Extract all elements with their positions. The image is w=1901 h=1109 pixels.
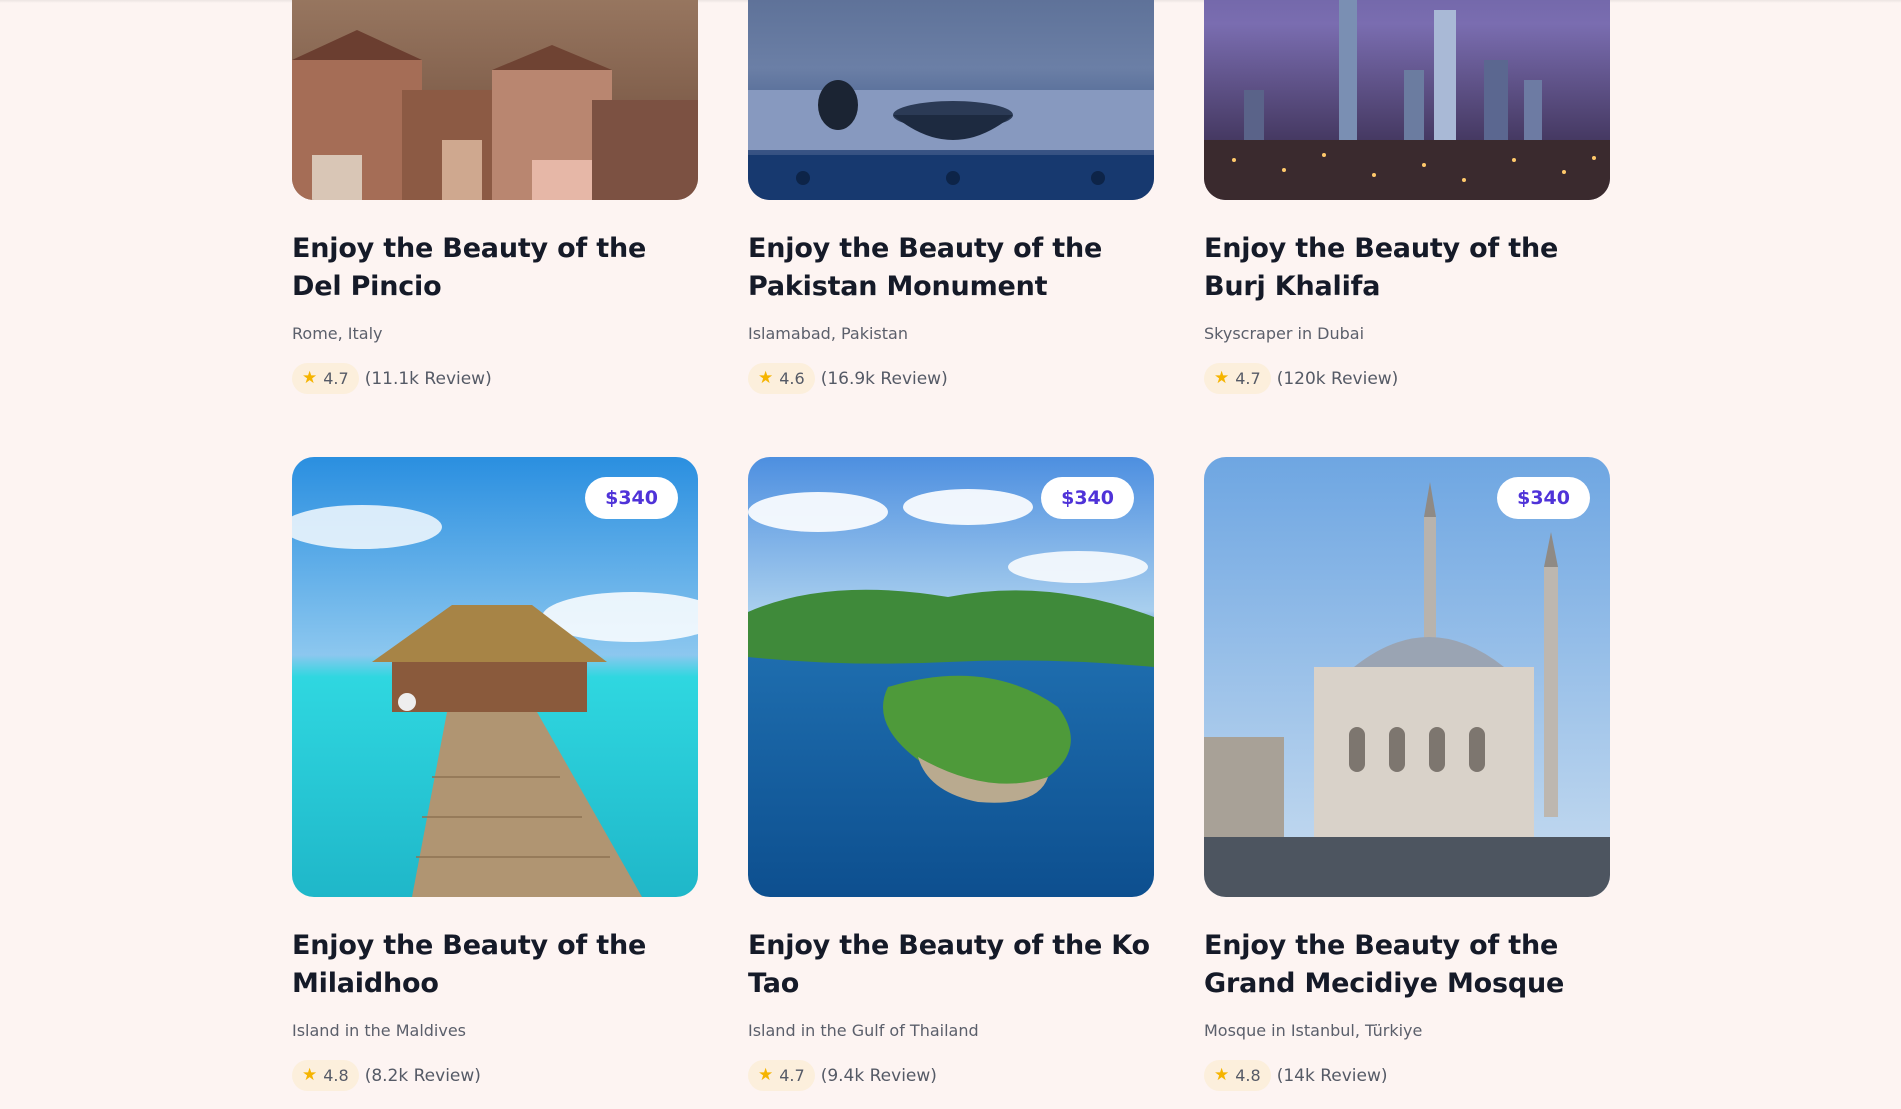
review-count: (120k Review): [1276, 368, 1399, 389]
rating-value: 4.8: [323, 1066, 349, 1085]
destination-title[interactable]: Enjoy the Beauty of the Burj Khalifa: [1204, 230, 1610, 306]
rating-badge: ★ 4.7: [748, 1060, 815, 1091]
star-icon: ★: [758, 1065, 774, 1085]
rating-value: 4.6: [779, 369, 805, 388]
maldives-water-villa-photo: [292, 457, 698, 897]
review-count: (16.9k Review): [820, 368, 948, 389]
destination-location: Islamabad, Pakistan: [748, 324, 908, 343]
destination-card[interactable]: $340 Enjoy the Beauty of the Ko Tao Isla…: [748, 457, 1154, 1109]
rating-badge: ★ 4.7: [1204, 363, 1271, 394]
destination-card[interactable]: $340 Enjoy the Beauty of the Milaidhoo I…: [292, 457, 698, 1109]
star-icon: ★: [302, 368, 318, 388]
rating-row: ★ 4.8 (14k Review): [1204, 1060, 1610, 1091]
ko-tao-island-photo: [748, 457, 1154, 897]
rating-value: 4.7: [323, 369, 349, 388]
destinations-grid: Enjoy the Beauty of the Del Pincio Rome,…: [292, 0, 1610, 1109]
rating-value: 4.8: [1235, 1066, 1261, 1085]
destination-image[interactable]: [748, 0, 1154, 200]
rating-badge: ★ 4.6: [748, 363, 815, 394]
star-icon: ★: [302, 1065, 318, 1085]
review-count: (8.2k Review): [364, 1065, 481, 1086]
rating-row: ★ 4.7 (11.1k Review): [292, 363, 698, 394]
pakistan-monument-photo: [748, 0, 1154, 200]
destination-image[interactable]: $340: [1204, 457, 1610, 897]
destination-title[interactable]: Enjoy the Beauty of the Pakistan Monumen…: [748, 230, 1154, 306]
rating-row: ★ 4.8 (8.2k Review): [292, 1060, 698, 1091]
destination-location: Island in the Gulf of Thailand: [748, 1021, 979, 1040]
destination-title[interactable]: Enjoy the Beauty of the Del Pincio: [292, 230, 698, 306]
price-badge: $340: [1497, 477, 1590, 519]
review-count: (11.1k Review): [364, 368, 492, 389]
destination-title[interactable]: Enjoy the Beauty of the Grand Mecidiye M…: [1204, 927, 1610, 1003]
rome-rooftops-photo: [292, 0, 698, 200]
rating-row: ★ 4.7 (120k Review): [1204, 363, 1610, 394]
mecidiye-mosque-photo: [1204, 457, 1610, 897]
review-count: (9.4k Review): [820, 1065, 937, 1086]
destination-title[interactable]: Enjoy the Beauty of the Ko Tao: [748, 927, 1154, 1003]
rating-badge: ★ 4.7: [292, 363, 359, 394]
destination-card[interactable]: Enjoy the Beauty of the Del Pincio Rome,…: [292, 0, 698, 412]
destination-location: Rome, Italy: [292, 324, 383, 343]
destination-title[interactable]: Enjoy the Beauty of the Milaidhoo: [292, 927, 698, 1003]
destination-location: Skyscraper in Dubai: [1204, 324, 1365, 343]
destination-card[interactable]: Enjoy the Beauty of the Burj Khalifa Sky…: [1204, 0, 1610, 412]
rating-badge: ★ 4.8: [292, 1060, 359, 1091]
star-icon: ★: [758, 368, 774, 388]
review-count: (14k Review): [1276, 1065, 1388, 1086]
rating-value: 4.7: [1235, 369, 1261, 388]
destination-card[interactable]: Enjoy the Beauty of the Pakistan Monumen…: [748, 0, 1154, 412]
destination-location: Island in the Maldives: [292, 1021, 467, 1040]
destination-image[interactable]: $340: [748, 457, 1154, 897]
star-icon: ★: [1214, 368, 1230, 388]
dubai-skyline-photo: [1204, 0, 1610, 200]
destination-image[interactable]: [1204, 0, 1610, 200]
destination-image[interactable]: $340: [292, 457, 698, 897]
destination-image[interactable]: [292, 0, 698, 200]
rating-value: 4.7: [779, 1066, 805, 1085]
rating-row: ★ 4.6 (16.9k Review): [748, 363, 1154, 394]
price-badge: $340: [1041, 477, 1134, 519]
destination-card[interactable]: $340 Enjoy the Beauty of the Grand Mecid…: [1204, 457, 1610, 1109]
price-badge: $340: [585, 477, 678, 519]
rating-row: ★ 4.7 (9.4k Review): [748, 1060, 1154, 1091]
rating-badge: ★ 4.8: [1204, 1060, 1271, 1091]
destination-location: Mosque in Istanbul, Türkiye: [1204, 1021, 1423, 1040]
star-icon: ★: [1214, 1065, 1230, 1085]
